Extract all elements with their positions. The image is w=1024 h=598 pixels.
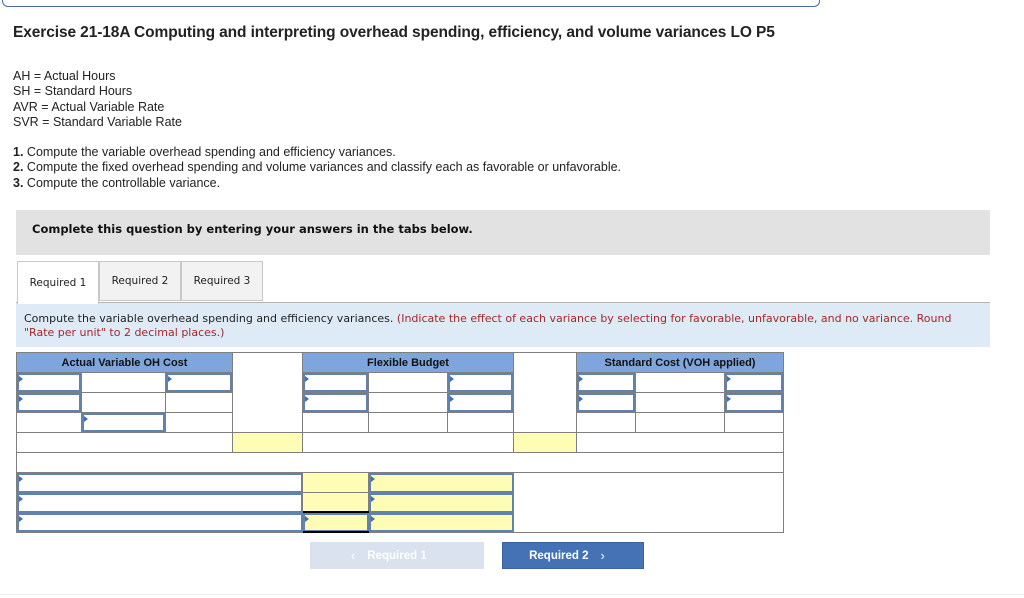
flex-r2-label-input[interactable]: [303, 393, 368, 412]
actual-r2-label-input[interactable]: [17, 393, 81, 412]
spending-variance-total-cell: [232, 432, 303, 453]
actual-r3-value-input[interactable]: [82, 413, 165, 432]
definition-sh: SH = Standard Hours: [13, 84, 133, 99]
actual-total-cell: [16, 432, 233, 453]
flex-r1-value-input[interactable]: [448, 373, 513, 392]
question-panel: Compute the variable overhead spending a…: [16, 303, 990, 347]
question-prompt: Compute the variable overhead spending a…: [24, 312, 394, 325]
efficiency-variance-total-cell: [513, 432, 577, 453]
exercise-title: Exercise 21-18A Computing and interpreti…: [13, 24, 775, 41]
next-required-button[interactable]: Required 2 ›: [502, 542, 644, 569]
flex-r1-label-input[interactable]: [303, 373, 368, 392]
actual-r1-label-input[interactable]: [17, 373, 81, 392]
summary-r2-amount-input[interactable]: [302, 492, 369, 513]
std-r3-c2-cell: [635, 412, 725, 433]
requirement-3: 3. Compute the controllable variance.: [13, 175, 221, 190]
instruction-banner: Complete this question by entering your …: [16, 210, 990, 255]
flex-r3-c2-cell: [368, 412, 448, 433]
summary-r3-label-input[interactable]: [17, 513, 303, 532]
requirements-list: 1. Compute the variable overhead spendin…: [13, 145, 621, 191]
flex-r3-c1-cell: [302, 412, 369, 433]
summary-r3-effect-select[interactable]: [369, 513, 514, 532]
blank-separator-row: [16, 452, 784, 473]
std-total-cell: [576, 432, 784, 453]
requirement-1: 1. Compute the variable overhead spendin…: [13, 145, 396, 159]
summary-r2-effect-select[interactable]: [369, 493, 514, 513]
spacer-column-2: [513, 352, 577, 433]
requirement-2: 2. Compute the fixed overhead spending a…: [13, 160, 622, 175]
actual-r1-c2-cell: [81, 372, 166, 393]
next-button-label: Required 2: [529, 549, 589, 562]
header-actual-variable-oh-cost: Actual Variable OH Cost: [16, 352, 233, 373]
top-frame: [2, 0, 820, 7]
flex-total-cell: [302, 432, 514, 453]
bottom-divider: [0, 594, 1024, 595]
summary-r1-amount-input[interactable]: [302, 472, 369, 493]
definition-svr: SVR = Standard Variable Rate: [13, 114, 182, 129]
question-text: Compute the variable overhead spending a…: [24, 312, 979, 340]
instruction-text: Complete this question by entering your …: [32, 222, 473, 236]
summary-r3-amount-input[interactable]: [303, 513, 369, 532]
tab-required-1[interactable]: Required 1: [17, 261, 99, 304]
spacer-column-1: [232, 352, 303, 433]
total-double-rule: [303, 531, 369, 533]
std-r2-label-input[interactable]: [577, 393, 635, 412]
header-flexible-budget: Flexible Budget: [302, 352, 514, 373]
chevron-left-icon: ‹: [350, 548, 356, 563]
std-r2-c2-cell: [635, 392, 725, 413]
actual-r1-value-input[interactable]: [166, 373, 232, 392]
chevron-right-icon: ›: [600, 548, 605, 563]
std-r3-c3-cell: [724, 412, 784, 433]
flex-r2-c2-cell: [368, 392, 448, 413]
actual-r2-c2-cell: [81, 392, 166, 413]
definition-avr: AVR = Actual Variable Rate: [13, 99, 165, 114]
std-r1-value-input[interactable]: [725, 373, 783, 392]
std-r3-c1-cell: [576, 412, 636, 433]
actual-r3-c3-cell: [165, 412, 233, 433]
summary-r1-effect-select[interactable]: [369, 473, 514, 493]
actual-r3-c1-cell: [16, 412, 82, 433]
summary-r2-label-input[interactable]: [17, 493, 303, 513]
prev-button-label: Required 1: [367, 549, 427, 562]
std-r1-c2-cell: [635, 372, 725, 393]
actual-r2-c3-cell: [165, 392, 233, 413]
definition-ah: AH = Actual Hours: [13, 69, 116, 83]
std-r1-label-input[interactable]: [577, 373, 635, 392]
header-standard-cost: Standard Cost (VOH applied): [576, 352, 784, 373]
tab-required-2[interactable]: Required 2: [99, 261, 181, 301]
definitions-list: AH = Actual Hours SH = Standard Hours AV…: [13, 69, 182, 130]
flex-r2-value-input[interactable]: [448, 393, 513, 412]
prev-required-button[interactable]: ‹ Required 1 ›: [310, 542, 484, 569]
std-r2-value-input[interactable]: [725, 393, 783, 412]
flex-r3-c3-cell: [447, 412, 514, 433]
flex-r1-c2-cell: [368, 372, 448, 393]
summary-r1-label-input[interactable]: [17, 473, 303, 493]
tab-required-3[interactable]: Required 3: [181, 261, 263, 301]
